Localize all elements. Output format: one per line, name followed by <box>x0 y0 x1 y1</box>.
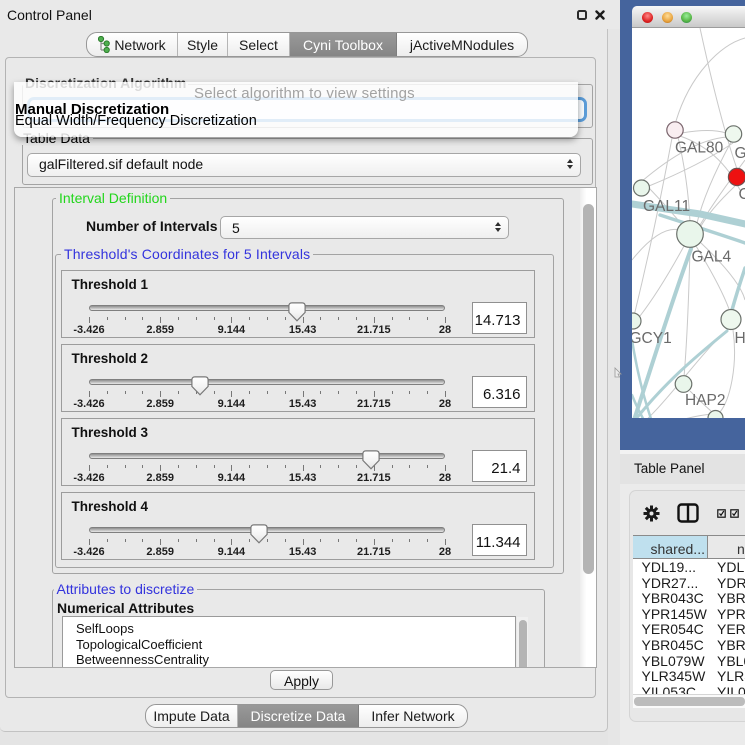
svg-text:GAL11: GAL11 <box>643 198 690 215</box>
svg-text:HA: HA <box>735 330 745 347</box>
svg-text:HAP2: HAP2 <box>685 392 726 409</box>
svg-text:GAL4: GAL4 <box>692 249 732 266</box>
svg-text:GAL80: GAL80 <box>675 140 724 157</box>
svg-text:GCY1: GCY1 <box>632 330 672 347</box>
svg-text:GA: GA <box>735 145 745 162</box>
svg-text:CR: CR <box>739 186 745 203</box>
